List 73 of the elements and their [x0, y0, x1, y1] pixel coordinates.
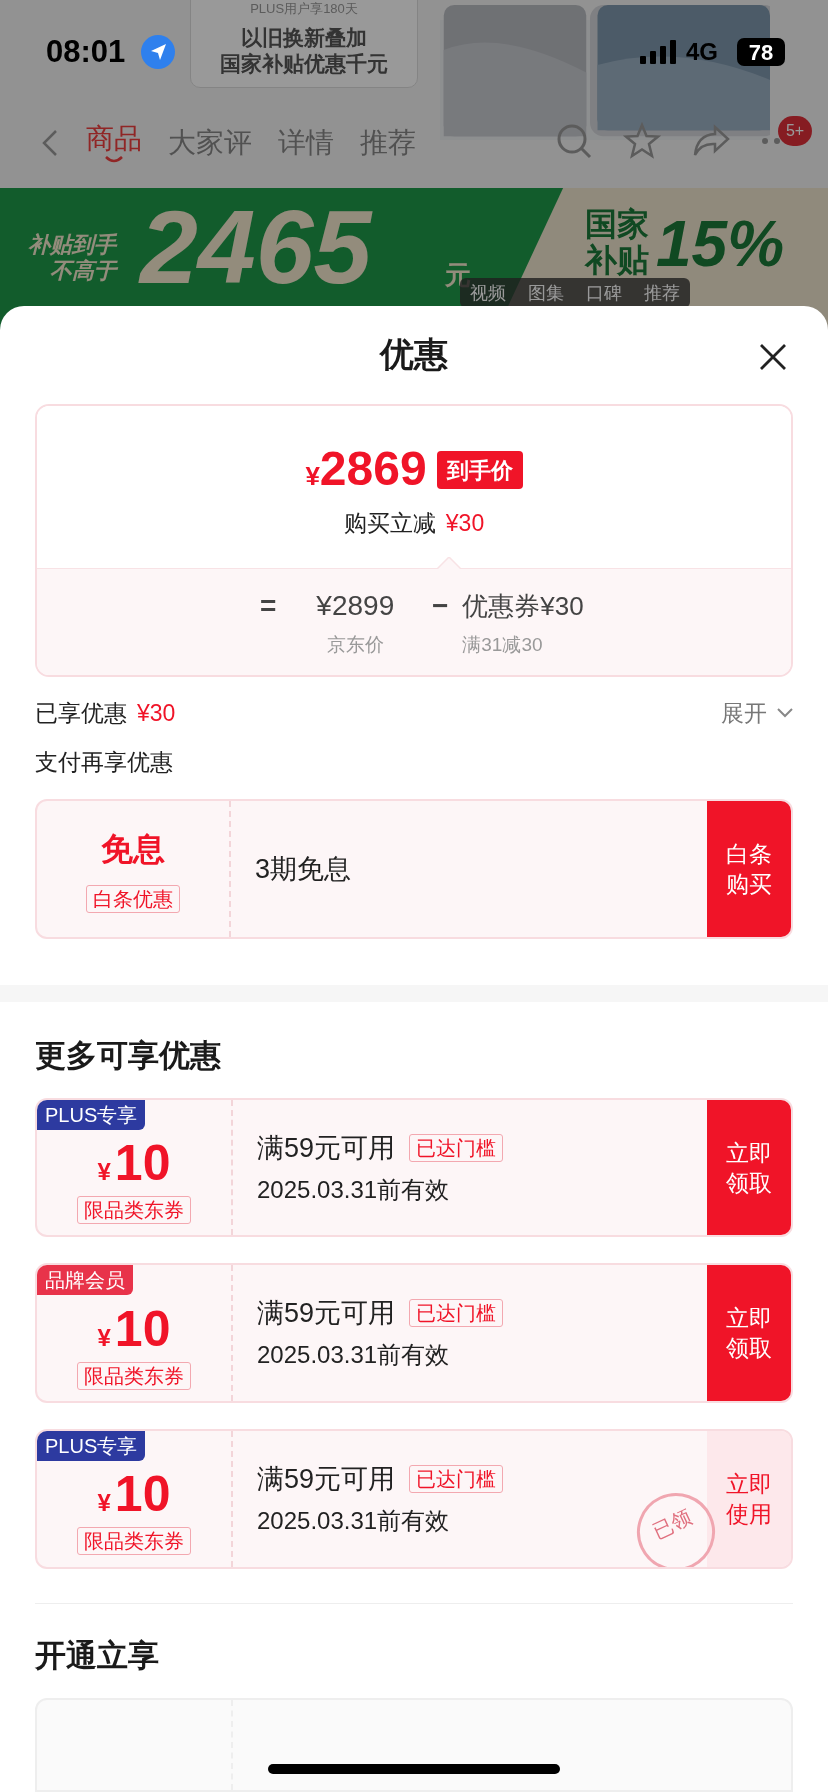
- discount-label: 已享优惠: [35, 699, 127, 729]
- final-price: ¥2869: [305, 444, 427, 497]
- banner-unit: 元: [445, 259, 471, 290]
- price-caption: 京东价: [326, 633, 384, 658]
- promo-text: 以旧换新叠加: [241, 25, 367, 51]
- status-time: 08:01: [46, 34, 126, 70]
- coupon-amount: ¥10: [97, 1137, 171, 1191]
- status-tag: 已达门槛: [409, 1464, 504, 1493]
- media-tab[interactable]: 口碑: [586, 282, 622, 304]
- search-icon[interactable]: [555, 122, 593, 160]
- section-title: 开通立享: [35, 1636, 160, 1675]
- discount-amount: ¥30: [137, 699, 176, 729]
- discount-label: 购买立减: [343, 509, 436, 539]
- coupon-scope: 限品类东券: [77, 1196, 191, 1225]
- signal-icon: [640, 40, 676, 64]
- coupon-scope: 限品类东券: [77, 1527, 191, 1556]
- tab-indicator-icon: [104, 156, 124, 164]
- coupon-button[interactable]: 立即领取: [707, 1265, 791, 1402]
- more-icon[interactable]: [761, 136, 781, 146]
- buy-button[interactable]: 白条购买: [707, 801, 791, 937]
- banner-amount: 2465: [140, 192, 372, 302]
- equals-sign: =: [259, 589, 278, 624]
- coupon-expiry: 2025.03.31前有效: [257, 1340, 450, 1371]
- coupon-rule: 满59元可用: [257, 1462, 396, 1496]
- tab[interactable]: 详情: [278, 126, 334, 160]
- coupon-amount: ¥10: [97, 1302, 171, 1356]
- price-caption: 满31减30: [462, 633, 543, 658]
- chevron-down-icon: [777, 708, 793, 719]
- coupon-badge: 品牌会员: [37, 1265, 133, 1296]
- count-badge: 5+: [778, 116, 812, 146]
- banner-text: 补贴到手: [28, 232, 116, 258]
- coupon-rule: 满59元可用: [257, 1131, 396, 1165]
- banner-text: 不高于: [50, 258, 116, 284]
- coupon-expiry: 2025.03.31前有效: [257, 1505, 450, 1536]
- tab[interactable]: 推荐: [360, 126, 416, 160]
- media-tab[interactable]: 视频: [470, 282, 506, 304]
- minus-sign: −: [431, 589, 450, 624]
- sheet-title: 优惠: [380, 333, 448, 375]
- close-icon[interactable]: [758, 342, 788, 372]
- promo-text: PLUS用户享180天: [250, 1, 358, 17]
- banner-text: 补贴: [585, 242, 649, 278]
- star-icon[interactable]: [623, 122, 661, 160]
- offer-title: 免息: [101, 830, 165, 869]
- coupon-rule: 满59元可用: [257, 1297, 396, 1331]
- coupon-scope: 限品类东券: [77, 1361, 191, 1390]
- offer-description: 3期免息: [254, 852, 353, 886]
- battery-level: 78: [737, 38, 785, 66]
- banner-percent: 15%: [656, 207, 785, 282]
- location-icon: [141, 35, 175, 69]
- media-tab[interactable]: 推荐: [644, 282, 680, 304]
- discount-amount: ¥30: [445, 509, 485, 539]
- coupon-badge: PLUS专享: [37, 1431, 146, 1462]
- offer-tag: 白条优惠: [86, 885, 180, 913]
- media-tab[interactable]: 图集: [528, 282, 564, 304]
- expand-link[interactable]: 展开: [721, 696, 793, 731]
- section-label: 支付再享优惠: [35, 748, 174, 778]
- coupon-price: 优惠券¥30: [462, 590, 584, 624]
- tab[interactable]: 商品: [86, 122, 142, 156]
- status-tag: 已达门槛: [409, 1133, 504, 1162]
- network-label: 4G: [686, 37, 718, 67]
- back-icon[interactable]: [40, 128, 60, 158]
- tab[interactable]: 大家评: [168, 126, 252, 160]
- promo-text: 国家补贴优惠千元: [220, 51, 388, 77]
- coupon-amount: ¥10: [97, 1468, 171, 1522]
- price-tag: 到手价: [436, 451, 523, 490]
- status-tag: 已达门槛: [409, 1299, 504, 1328]
- base-price: ¥2899: [316, 589, 395, 624]
- coupon-expiry: 2025.03.31前有效: [257, 1174, 450, 1205]
- coupon-button[interactable]: 立即领取: [707, 1099, 791, 1236]
- coupon-badge: PLUS专享: [37, 1099, 146, 1130]
- banner-text: 国家: [585, 206, 649, 242]
- coupon-button[interactable]: 立即使用: [707, 1431, 791, 1567]
- section-title: 更多可享优惠: [35, 1036, 222, 1075]
